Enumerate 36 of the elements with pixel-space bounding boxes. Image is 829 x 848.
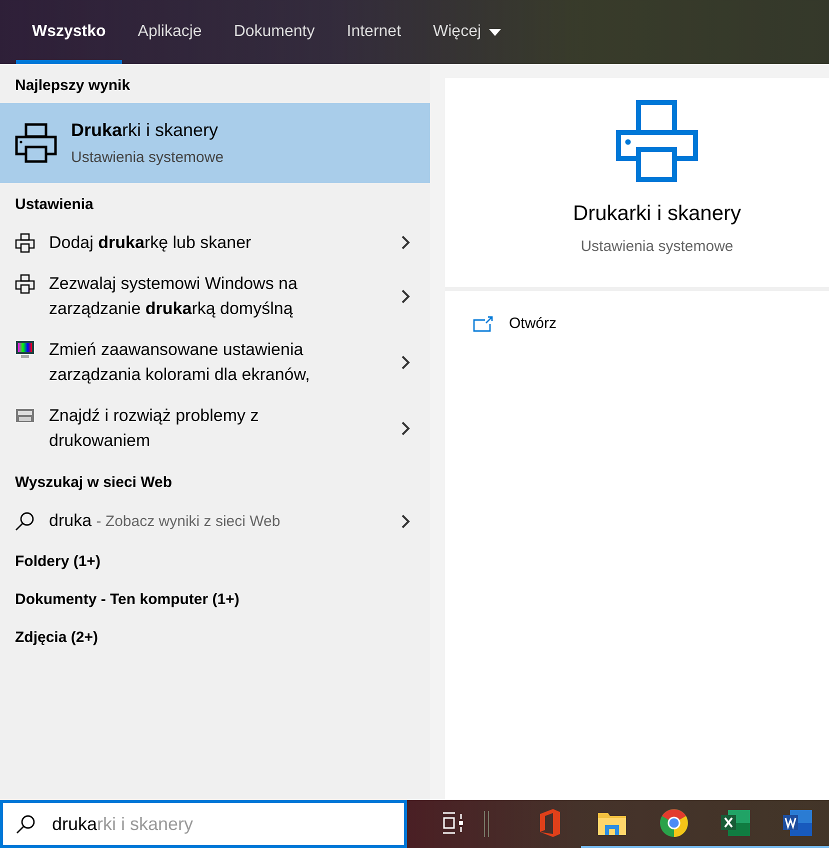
chevron-icon xyxy=(401,288,410,304)
best-match-item[interactable]: Drukarki i skanery Ustawienia systemowe xyxy=(0,103,430,183)
search-field[interactable]: drukarki i skanery xyxy=(0,800,407,848)
folder-icon xyxy=(598,811,626,835)
result-item[interactable]: Dodaj drukarkę lub skaner xyxy=(0,222,430,263)
chevron-icon xyxy=(401,354,410,370)
monitor-icon xyxy=(15,340,35,360)
browser-icon xyxy=(660,809,688,837)
search-icon xyxy=(16,814,36,834)
result-item[interactable]: Zezwalaj systemowi Windows na zarządzanie drukarką domyślną xyxy=(0,263,430,329)
tab[interactable]: Dokumenty xyxy=(218,0,331,64)
chevron-icon xyxy=(401,420,410,436)
category-link[interactable]: Foldery (1+) xyxy=(0,542,430,580)
chevron-icon xyxy=(401,514,410,528)
spreadsheet-icon xyxy=(721,809,751,837)
caret-icon xyxy=(489,28,502,36)
chevron-icon xyxy=(401,235,410,250)
tab[interactable]: Więcej xyxy=(417,0,518,64)
web-search-item[interactable]: druka - Zobacz wyniki z sieci Web xyxy=(0,500,430,542)
category-link[interactable]: Dokumenty - Ten komputer (1+) xyxy=(0,580,430,618)
tab[interactable]: Aplikacje xyxy=(122,0,218,64)
section-heading: Najlepszy wynik xyxy=(14,76,132,96)
section-heading: Ustawienia xyxy=(14,195,94,215)
preview-title: Drukarki i skanery xyxy=(572,202,742,226)
document-icon xyxy=(783,809,813,837)
section-heading: Wyszukaj w sieci Web xyxy=(14,473,174,493)
office-icon xyxy=(538,809,562,837)
result-item[interactable]: Zmień zaawansowane ustawienia zarządzania kolorami dla ekranów, xyxy=(0,329,430,395)
category-link[interactable]: Zdjęcia (2+) xyxy=(0,618,430,656)
preview-subtitle: Ustawienia systemowe xyxy=(580,238,734,255)
tab[interactable]: Internet xyxy=(330,0,418,64)
search-icon xyxy=(15,511,35,531)
open-action[interactable]: Otwórz xyxy=(473,315,557,332)
open-icon xyxy=(473,316,493,332)
task-view-icon xyxy=(442,812,464,834)
result-item[interactable]: Znajdź i rozwiąż problemy z drukowaniem xyxy=(0,395,430,461)
